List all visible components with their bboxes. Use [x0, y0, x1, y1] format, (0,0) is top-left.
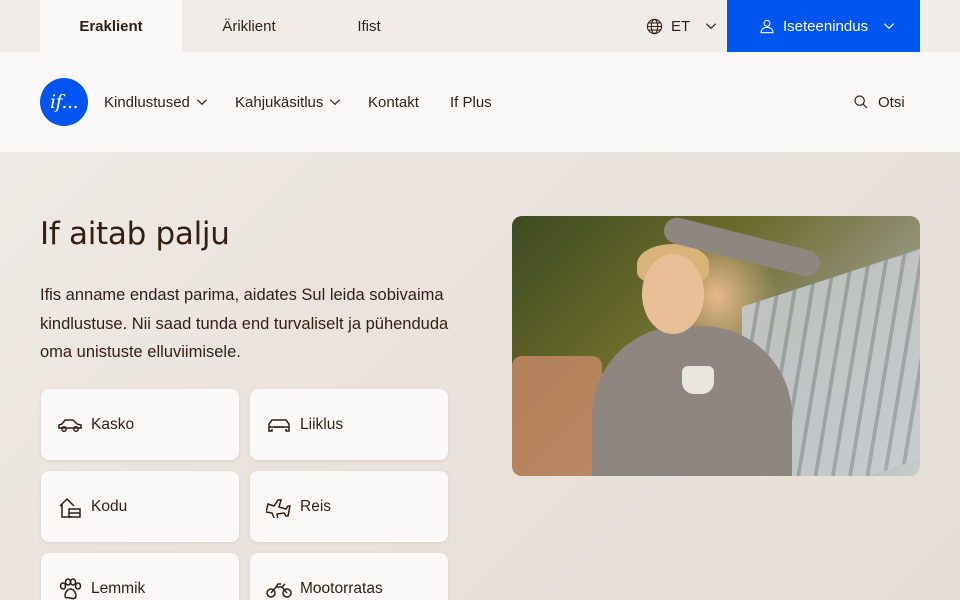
chevron-down-icon	[330, 99, 341, 106]
main-navigation: if... Kindlustused Kahjukäsitlus Kontakt…	[0, 52, 960, 152]
product-card-kodu[interactable]: Kodu	[41, 471, 239, 542]
chevron-down-icon	[706, 23, 717, 30]
user-icon	[760, 19, 774, 34]
product-label: Kasko	[91, 415, 135, 433]
nav-item-label: If Plus	[450, 93, 492, 111]
search-button[interactable]: Otsi	[853, 92, 905, 112]
product-card-kasko[interactable]: Kasko	[41, 389, 239, 460]
language-label: ET	[671, 17, 691, 35]
paw-icon	[59, 577, 82, 599]
photo-chair	[512, 356, 602, 476]
segment-tab-private[interactable]: Eraklient	[40, 0, 182, 52]
plane-icon	[266, 498, 291, 518]
top-bar: Eraklient Äriklient Ifist ET Iseteenindu…	[0, 0, 960, 52]
product-label: Lemmik	[91, 579, 146, 597]
photo-cup	[682, 366, 714, 394]
product-label: Mootorratas	[300, 579, 383, 597]
car-front-icon	[268, 418, 290, 432]
product-card-liiklus[interactable]: Liiklus	[250, 389, 448, 460]
product-label: Liiklus	[300, 415, 344, 433]
nav-item-label: Kahjukäsitlus	[235, 93, 324, 111]
nav-item-contact[interactable]: Kontakt	[368, 92, 419, 112]
product-card-lemmik[interactable]: Lemmik	[41, 553, 239, 600]
photo-person-body	[592, 326, 792, 476]
if-logo[interactable]: if...	[40, 78, 88, 126]
product-card-mootorratas[interactable]: Mootorratas	[250, 553, 448, 600]
language-selector[interactable]: ET	[646, 0, 718, 52]
globe-icon	[646, 18, 663, 34]
motorcycle-icon	[266, 582, 292, 598]
segment-tab-business[interactable]: Äriklient	[200, 0, 298, 52]
product-label: Kodu	[91, 497, 128, 515]
nav-item-insurances[interactable]: Kindlustused	[104, 92, 209, 112]
page-title: If aitab palju	[40, 216, 230, 252]
nav-item-if-plus[interactable]: If Plus	[450, 92, 492, 112]
photo-person-head	[642, 254, 704, 334]
nav-item-label: Kindlustused	[104, 93, 190, 111]
segment-tab-about[interactable]: Ifist	[340, 0, 398, 52]
nav-item-label: Kontakt	[368, 93, 419, 111]
search-label: Otsi	[878, 93, 905, 111]
home-icon	[59, 497, 81, 518]
product-label: Reis	[300, 497, 332, 515]
nav-item-claims[interactable]: Kahjukäsitlus	[235, 92, 342, 112]
selfservice-button[interactable]: Iseteenindus	[727, 0, 920, 52]
search-icon	[854, 95, 868, 109]
chevron-down-icon	[196, 99, 207, 106]
car-icon	[58, 418, 82, 432]
chevron-down-icon	[883, 23, 895, 30]
hero-lead-text: Ifis anname endast parima, aidates Sul l…	[40, 286, 449, 361]
product-card-reis[interactable]: Reis	[250, 471, 448, 542]
selfservice-label: Iseteenindus	[783, 17, 869, 35]
hero-image	[512, 216, 920, 476]
